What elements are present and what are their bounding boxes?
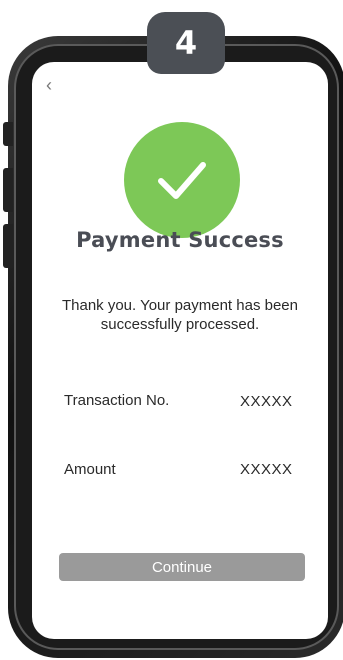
chevron-left-icon[interactable]: ‹ — [46, 76, 52, 94]
transaction-label: Transaction No. — [64, 392, 170, 409]
step-badge: 4 — [147, 12, 225, 74]
transaction-value: XXXXX — [240, 393, 293, 410]
phone-side-button — [3, 168, 13, 212]
amount-label: Amount — [64, 461, 116, 478]
phone-screen: ‹ Payment Success Thank you. Your paymen… — [32, 62, 328, 639]
phone-side-button — [3, 224, 13, 268]
continue-button[interactable]: Continue — [59, 553, 305, 581]
success-message: Thank you. Your payment has been success… — [61, 297, 298, 333]
checkmark-icon — [158, 162, 206, 199]
success-check-icon — [124, 122, 240, 238]
phone-side-button — [3, 122, 13, 146]
amount-value: XXXXX — [240, 461, 293, 478]
page-title: Payment Success — [76, 228, 284, 252]
